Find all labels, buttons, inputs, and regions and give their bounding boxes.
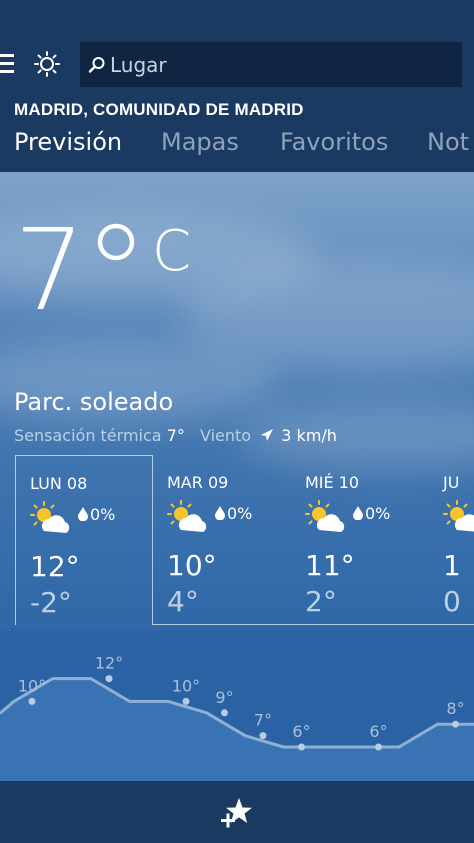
- day-low-temp: -2°: [30, 586, 72, 619]
- feels-like: Sensación térmica 7°: [14, 426, 185, 445]
- tab-favorites[interactable]: Favoritos: [280, 128, 388, 156]
- raindrop-icon: [215, 506, 225, 520]
- wind-value: 3 km/h: [281, 426, 337, 445]
- hourly-point: [375, 743, 382, 751]
- precip-chance: 0%: [227, 504, 253, 523]
- day-name: LUN 08: [30, 474, 88, 493]
- precip-chance: 0%: [365, 504, 391, 523]
- day-name: JU: [443, 473, 460, 492]
- add-favorite-icon[interactable]: [220, 795, 254, 829]
- hourly-label: 12°: [95, 654, 123, 673]
- current-condition: Parc. soleado: [14, 388, 174, 416]
- hourly-point: [259, 732, 267, 740]
- search-icon: [88, 57, 105, 73]
- app-header: MADRID, COMUNIDAD DE MADRID Previsión Ma…: [0, 0, 474, 172]
- precip-chance: 0%: [90, 505, 116, 524]
- partly-sunny-icon: [167, 500, 207, 532]
- day-high-temp: 10°: [167, 549, 217, 582]
- partly-sunny-icon: [443, 500, 474, 532]
- day-name: MAR 09: [167, 473, 229, 492]
- hourly-label: 6°: [292, 722, 310, 741]
- day-low-temp: 4°: [167, 585, 199, 618]
- tab-forecast[interactable]: Previsión: [14, 128, 122, 156]
- partly-sunny-icon: [305, 500, 345, 532]
- sun-icon[interactable]: [33, 50, 61, 78]
- hourly-label: 10°: [172, 676, 200, 695]
- hourly-point: [298, 743, 305, 751]
- menu-icon[interactable]: [0, 54, 14, 74]
- day-high-temp: 1: [443, 549, 461, 582]
- raindrop-icon: [353, 506, 363, 520]
- partly-sunny-icon: [30, 501, 70, 533]
- tab-maps[interactable]: Mapas: [161, 128, 239, 156]
- hourly-point: [28, 697, 36, 705]
- current-temperature: 7: [14, 206, 86, 336]
- wind-label: Viento: [200, 426, 252, 445]
- hourly-label: 9°: [215, 688, 233, 707]
- day-card[interactable]: LUN 08 0% 12° -2°: [15, 455, 153, 625]
- raindrop-icon: [78, 507, 88, 521]
- feels-like-value: 7°: [166, 426, 185, 445]
- tab-bar: Previsión Mapas Favoritos Not: [0, 128, 474, 168]
- wind-direction-icon: [261, 429, 274, 441]
- day-name: MIÉ 10: [305, 473, 360, 492]
- search-box[interactable]: [80, 42, 462, 87]
- temperature-unit: C: [152, 219, 192, 284]
- hourly-graph-svg: 10° 12° 10° 9° 7° 6° 6° 8°: [0, 654, 474, 781]
- day-card[interactable]: MAR 09 0% 10° 4°: [153, 455, 291, 625]
- day-low-temp: 2°: [305, 585, 337, 618]
- location-title: MADRID, COMUNIDAD DE MADRID: [14, 100, 304, 119]
- hourly-point: [452, 720, 459, 728]
- day-high-temp: 12°: [30, 550, 80, 583]
- hourly-point: [182, 697, 190, 705]
- cards-divider: [152, 624, 474, 625]
- day-high-temp: 11°: [305, 549, 355, 582]
- bottom-app-bar: [0, 781, 474, 843]
- day-card[interactable]: JU 1 0: [429, 455, 474, 625]
- hourly-label: 7°: [254, 711, 272, 730]
- hourly-label: 8°: [446, 699, 464, 718]
- hourly-graph: 10° 12° 10° 9° 7° 6° 6° 8°: [0, 631, 474, 781]
- search-input[interactable]: [110, 42, 450, 87]
- hourly-point: [105, 675, 113, 683]
- day-card[interactable]: MIÉ 10 0% 11° 2°: [291, 455, 429, 625]
- hourly-label: 10°: [18, 676, 46, 695]
- feels-like-label: Sensación térmica: [14, 426, 162, 445]
- degree-symbol: [97, 223, 135, 261]
- day-low-temp: 0: [443, 585, 461, 618]
- wind-info: Viento 3 km/h: [200, 426, 337, 445]
- tab-news[interactable]: Not: [427, 128, 469, 156]
- hourly-point: [221, 709, 228, 717]
- hourly-label: 6°: [369, 722, 387, 741]
